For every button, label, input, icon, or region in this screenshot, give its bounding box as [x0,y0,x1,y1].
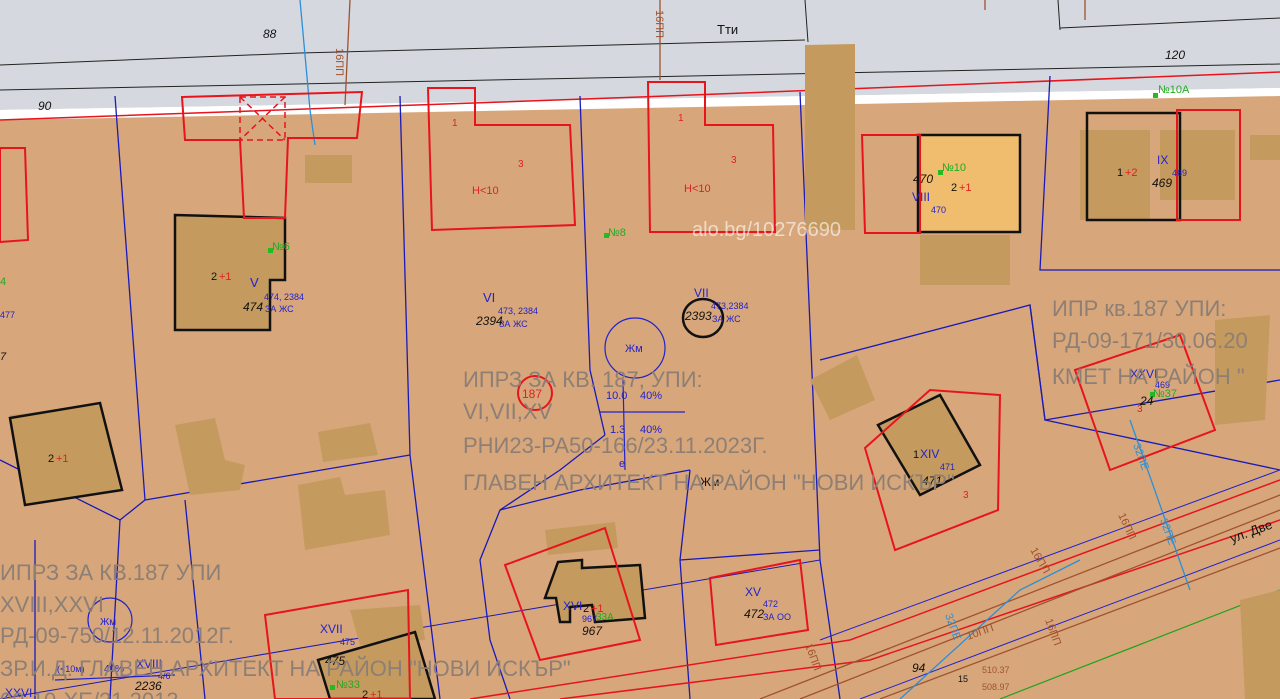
address-marker-left: 4 [0,276,6,288]
plot-ix-roman: IX [1157,153,1168,167]
plot-v-number: 474 [243,300,263,314]
address-marker-10a: №10А [1158,84,1190,96]
plot-viii-roman: VIII [912,190,930,204]
plot-v-floors: 2 [211,271,217,283]
overlay-bl-line3: РД-09-750/12.11.2012Г. [0,623,234,648]
plot-xvi-roman: XVI [563,599,582,613]
plot-xxvi-number: 24 [1139,394,1154,408]
plot-v-plus: +1 [219,271,232,283]
overlay-center-line4: ГЛАВЕН АРХИТЕКТ НА РАЙОН "НОВИ ИСКЪР" [463,470,955,495]
building [305,155,352,183]
plot-xv-number: 472 [744,607,764,621]
plot-vii-number: 2393 [684,309,712,323]
plot-vi-ids: 473, 2384 [498,306,538,316]
building [920,235,1010,285]
plot-v-ids: 474, 2384 [264,292,304,302]
plot-xv-roman: XV [745,585,761,599]
plot-vi-roman: VI [483,290,495,305]
plot-xvii-plus: +1 [370,689,383,699]
overlay-bl-line4: ЗР.И.Д. ГЛАВЕН АРХИТЕКТ НА РАЙОН "НОВИ И… [0,656,571,681]
building [1080,130,1150,220]
plot-xvi-ids: 967 [582,614,597,624]
road-number-90: 90 [38,99,52,113]
pipe-label-1: 16ПП [333,48,345,76]
overlay-center-line3: РНИ23-РА50-166/23.11.2023Г. [463,433,767,458]
overlay-center-line2: VI,VII,XV [463,399,553,424]
map-canvas[interactable]: Тти Жм ул. Две 88 90 120 94 15 №10А №10 … [0,0,1280,699]
plot-xiv-floors: 1 [913,449,919,461]
overlay-bl-line1: ИПРЗ ЗА КВ.187 УПИ [0,560,221,585]
left-house-plus: +1 [56,453,69,465]
overlay-right-line1: ИПР кв.187 УПИ: [1052,296,1226,321]
build-label-1a: 1 [452,118,458,129]
plot-xvi-marker: 33А [596,612,614,623]
plot-vi-number: 2394 [475,314,503,328]
level-1: 510.37 [982,665,1010,675]
plot-xv-ids: 472 [763,599,778,609]
building [805,44,855,230]
road-number-15: 15 [958,674,968,684]
plot-viii-floors: 2 [951,182,957,194]
pipe-label-2: 16ПП [653,10,665,38]
build-label-3a: 3 [518,159,524,170]
address-marker-6: №6 [272,241,290,253]
build-label-h10a: Н<10 [472,185,499,197]
road-number-120: 120 [1165,48,1185,62]
build-label-1b: 1 [678,113,684,124]
build-label-477: 477 [0,310,15,320]
build-label-3b: 3 [731,155,737,166]
build-label-h10b: Н<10 [684,183,711,195]
building [1240,590,1280,699]
building [1250,135,1280,160]
plot-xv-use: ЗА ОО [763,612,791,622]
plot-viii-plus: +1 [959,182,972,194]
address-marker-8: №8 [608,227,626,239]
build-label-3c: 3 [963,490,969,501]
plot-ix-number: 469 [1152,176,1172,190]
overlay-right: ИПР кв.187 УПИ: РД-09-171/30.06.20 КМЕТ … [1052,296,1248,389]
overlay-center-line1: ИПРЗ ЗА КВ. 187, УПИ: [463,367,703,392]
plot-xvii-floors: 2 [362,689,368,699]
plot-xvii-ids: 475 [340,637,355,647]
plot-xvi-number: 967 [582,624,603,638]
plot-xiv-roman: XIV [920,447,939,461]
zone-label: Жм [625,343,643,355]
overlay-right-line2: РД-09-171/30.06.20 [1052,328,1248,353]
overlay-bl-line2: XVIII,XXVI [0,592,104,617]
overlay-bl-line5: 09-10-ХЕ/21.2013 [0,688,179,699]
zone-e: е [619,458,625,470]
left-house-floors: 2 [48,453,54,465]
overlay-right-line3: КМЕТ НА РАЙОН " [1052,364,1245,389]
plot-vii-roman: VII [694,286,709,300]
plot-xvi-floors: 2 [583,603,589,615]
level-2: 508.97 [982,682,1010,692]
plot-viii-ids: 470 [931,205,946,215]
plot-ix-floors: 1 [1117,167,1123,179]
plot-v-use: ЗА ЖС [265,304,294,314]
street-label-tti: Тти [717,22,738,37]
plot-viii-number: 470 [913,172,933,186]
plot-vii-use: ЗА ЖС [712,314,741,324]
watermark: alo.bg/10276690 [692,219,841,241]
road-number-88: 88 [263,27,277,41]
plot-left-house[interactable]: 2 +1 [48,453,69,465]
plot-xvii-roman: XVII [320,622,343,636]
plot-vii-ids: 473,2384 [711,301,749,311]
cadastral-map[interactable]: Тти Жм ул. Две 88 90 120 94 15 №10А №10 … [0,0,1280,699]
plot-vi-use: ЗА ЖС [499,319,528,329]
build-label-7: 7 [0,351,7,363]
plot-v-roman: V [250,275,259,290]
plot-ix-ids: 469 [1172,168,1187,178]
address-marker-10: №10 [942,162,966,174]
plot-ix-plus: +2 [1125,167,1138,179]
road-number-94: 94 [912,661,926,675]
